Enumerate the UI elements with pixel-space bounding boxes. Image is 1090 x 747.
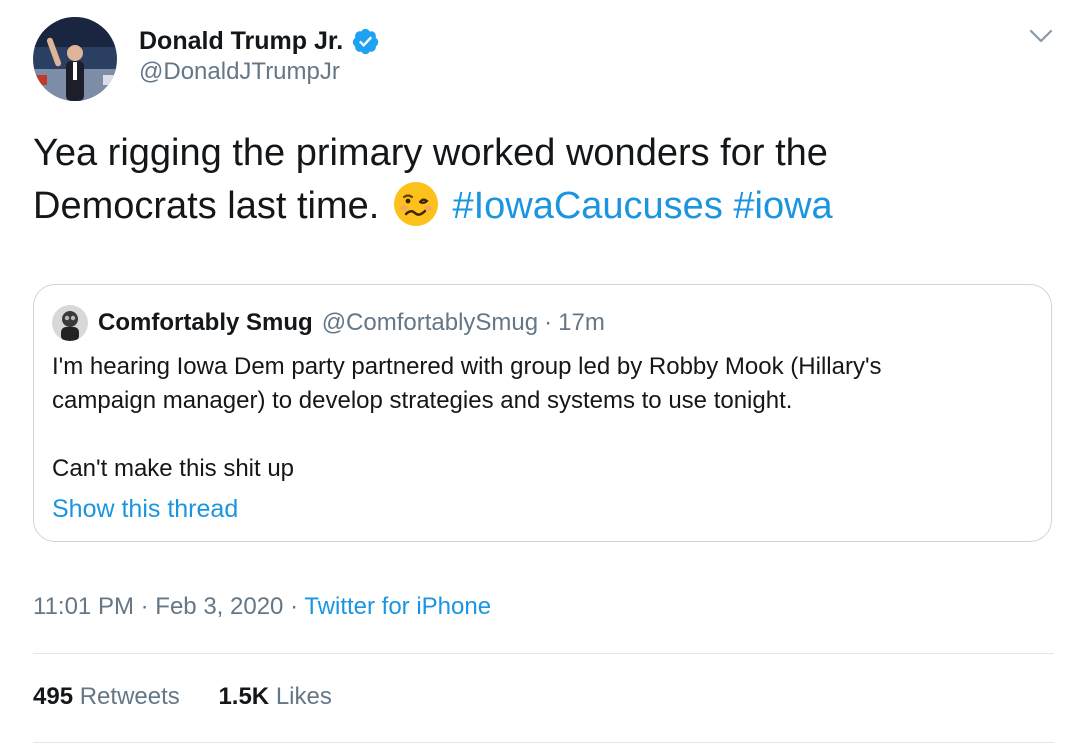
woozy-face-emoji-icon: [393, 182, 438, 226]
verified-badge-icon: [353, 28, 379, 54]
tweet-metadata: 11:01 PM · Feb 3, 2020 · Twitter for iPh…: [33, 593, 491, 621]
quoted-separator: ·: [544, 309, 553, 336]
quoted-tweet-header: Comfortably Smug @ComfortablySmug · 17m: [52, 305, 605, 341]
tweet-text-line2: Democrats last time.: [33, 185, 380, 227]
divider-bottom: [33, 742, 1054, 743]
author-handle[interactable]: @DonaldJTrumpJr: [139, 58, 340, 86]
quoted-tweet[interactable]: Comfortably Smug @ComfortablySmug · 17m …: [33, 284, 1052, 542]
tweet-text: Yea rigging the primary worked wonders f…: [33, 127, 1043, 233]
tweet-date[interactable]: Feb 3, 2020: [155, 593, 283, 620]
likes-label: Likes: [275, 683, 332, 710]
meta-separator-2: ·: [290, 593, 299, 620]
quoted-timestamp: 17m: [558, 309, 605, 336]
quoted-author-avatar: [52, 305, 88, 341]
hashtag-iowacaucuses[interactable]: #IowaCaucuses: [452, 185, 722, 227]
quoted-text-line1: I'm hearing Iowa Dem party partnered wit…: [52, 353, 882, 380]
show-thread-link[interactable]: Show this thread: [52, 495, 238, 524]
tweet-text-line1: Yea rigging the primary worked wonders f…: [33, 132, 828, 174]
divider: [33, 653, 1054, 654]
author-avatar[interactable]: [33, 17, 117, 101]
quoted-text-line3: Can't make this shit up: [52, 455, 295, 482]
retweets-stat[interactable]: 495 Retweets: [33, 683, 186, 710]
retweets-count: 495: [33, 683, 74, 710]
quoted-author-handle: @ComfortablySmug: [321, 309, 539, 336]
likes-count: 1.5K: [218, 683, 270, 710]
retweets-label: Retweets: [79, 683, 180, 710]
meta-separator-1: ·: [140, 593, 149, 620]
quoted-tweet-text: I'm hearing Iowa Dem party partnered wit…: [52, 350, 1042, 486]
likes-stat[interactable]: 1.5K Likes: [218, 683, 331, 710]
quoted-author-name: Comfortably Smug: [98, 309, 313, 336]
engagement-stats: 495 Retweets 1.5K Likes: [33, 683, 364, 711]
tweet-source-link[interactable]: Twitter for iPhone: [304, 593, 491, 620]
author-name[interactable]: Donald Trump Jr.: [139, 27, 343, 56]
hashtag-iowa[interactable]: #iowa: [733, 185, 832, 227]
tweet-card: Donald Trump Jr. @DonaldJTrumpJr Yea rig…: [0, 0, 1090, 747]
tweet-time[interactable]: 11:01 PM: [33, 593, 134, 620]
chevron-down-icon[interactable]: [1028, 26, 1054, 46]
quoted-text-line2: campaign manager) to develop strategies …: [52, 387, 793, 414]
author-name-row: Donald Trump Jr.: [139, 25, 380, 57]
